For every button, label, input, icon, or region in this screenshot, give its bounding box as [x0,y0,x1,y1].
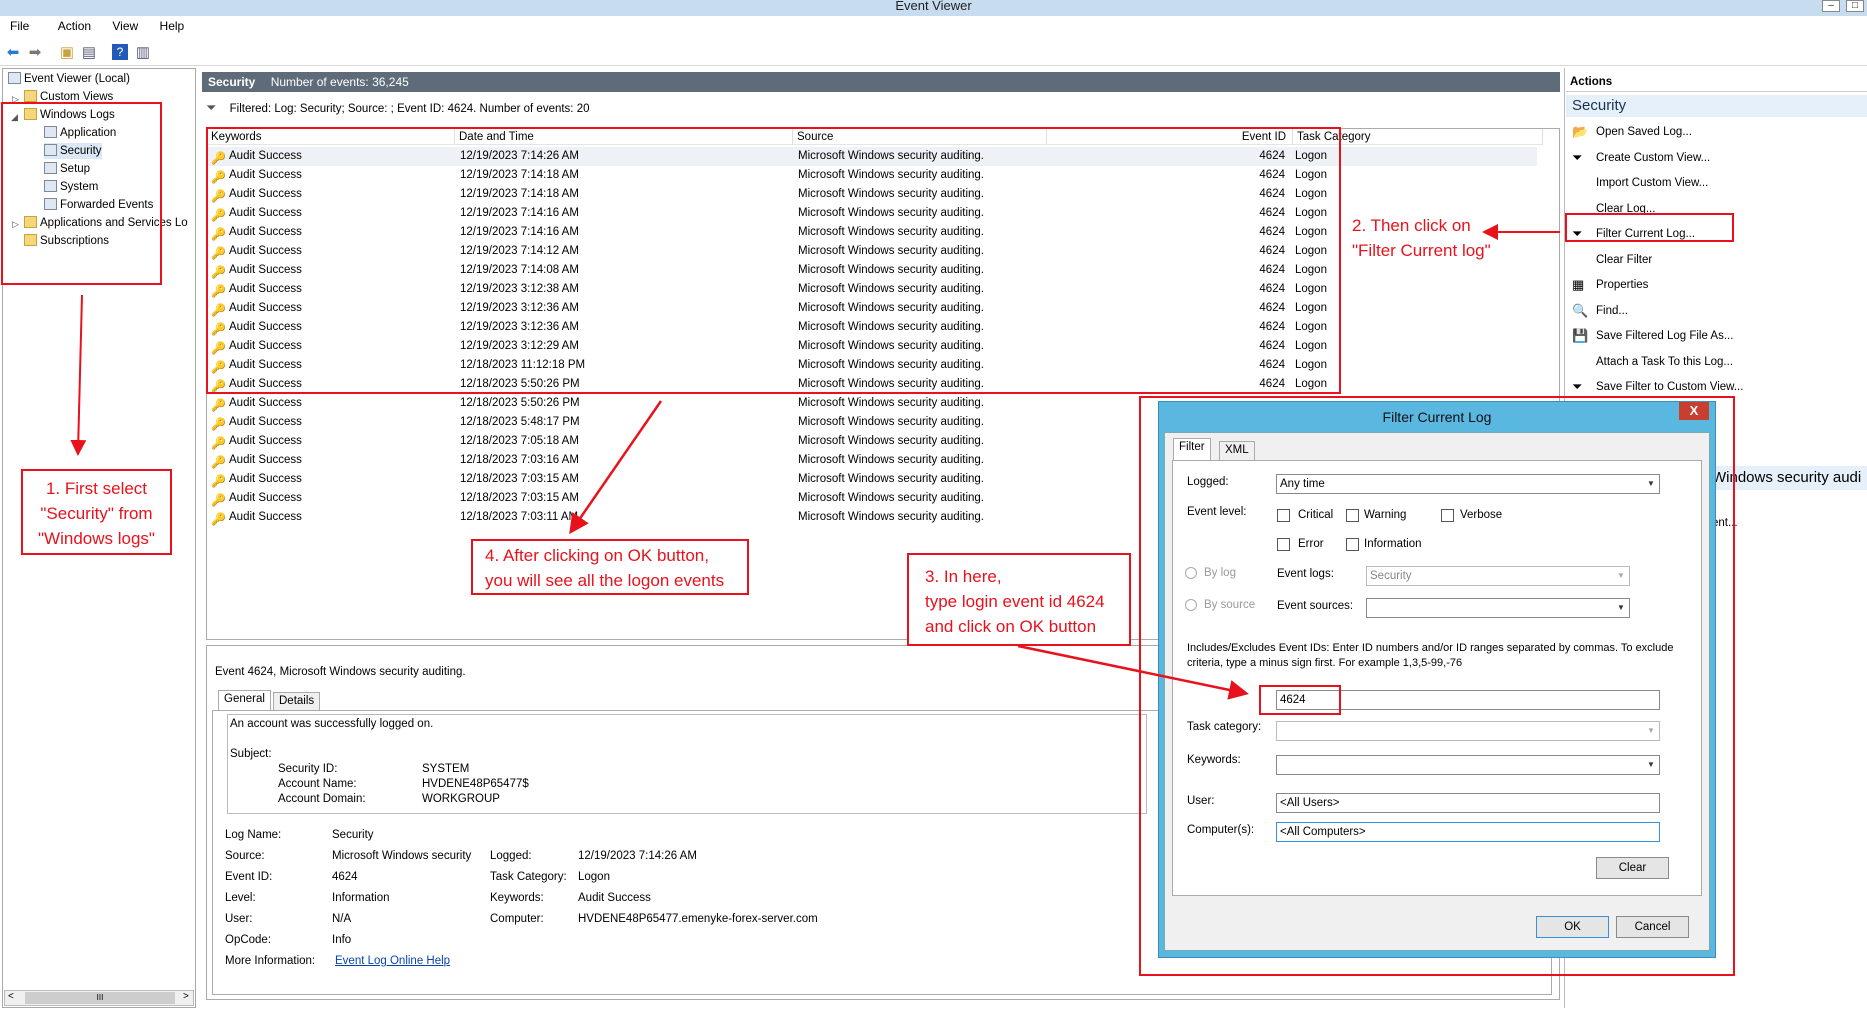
arrow-step-4 [569,400,663,535]
arrow-step-1 [70,294,87,456]
arrow-step-3 [1017,644,1249,700]
annotation-arrows [70,224,1560,700]
